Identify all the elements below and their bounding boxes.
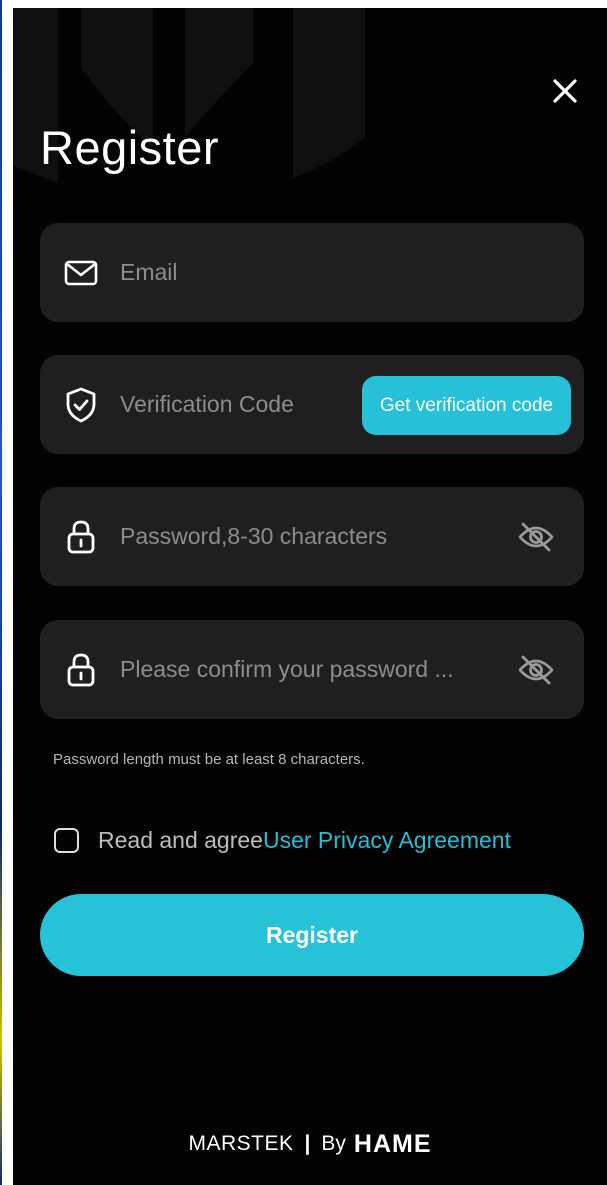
close-button[interactable] <box>546 72 584 110</box>
brand-separator: | <box>304 1132 311 1155</box>
footer-brand: MARSTEK | By HAME <box>13 1126 607 1162</box>
password-field[interactable]: Password,8-30 characters <box>40 487 584 586</box>
brand-name: MARSTEK <box>188 1132 294 1155</box>
close-icon <box>553 79 577 103</box>
verification-code-input[interactable]: Verification Code <box>120 355 294 454</box>
agreement-checkbox[interactable] <box>54 827 79 853</box>
device-frame: Register Email Verification Code Get ver… <box>0 0 607 1185</box>
password-input[interactable]: Password,8-30 characters <box>120 487 387 586</box>
agreement-text: Read and agree <box>98 826 263 853</box>
verification-code-field[interactable]: Verification Code Get verification code <box>40 355 584 454</box>
eye-off-icon[interactable] <box>516 517 556 557</box>
privacy-agreement-link[interactable]: User Privacy Agreement <box>263 827 511 854</box>
lock-icon <box>63 519 99 555</box>
confirm-password-input[interactable]: Please confirm your password ... <box>120 620 454 719</box>
get-verification-code-button[interactable]: Get verification code <box>362 376 571 435</box>
lock-icon <box>63 652 99 688</box>
partner-logo: HAME <box>353 1129 432 1158</box>
email-input[interactable]: Email <box>120 223 178 322</box>
register-screen: Register Email Verification Code Get ver… <box>13 8 607 1185</box>
page-title: Register <box>40 121 220 174</box>
eye-off-icon[interactable] <box>516 650 556 690</box>
edge-accent <box>0 0 2 1185</box>
mail-icon <box>63 255 99 291</box>
confirm-password-field[interactable]: Please confirm your password ... <box>40 620 584 719</box>
agreement-row: Read and agree User Privacy Agreement <box>54 820 511 860</box>
shield-check-icon <box>63 387 99 423</box>
password-hint: Password length must be at least 8 chara… <box>53 751 365 768</box>
by-label: By <box>321 1132 346 1155</box>
email-field[interactable]: Email <box>40 223 584 322</box>
register-button[interactable]: Register <box>40 894 584 976</box>
left-border <box>0 0 13 1185</box>
